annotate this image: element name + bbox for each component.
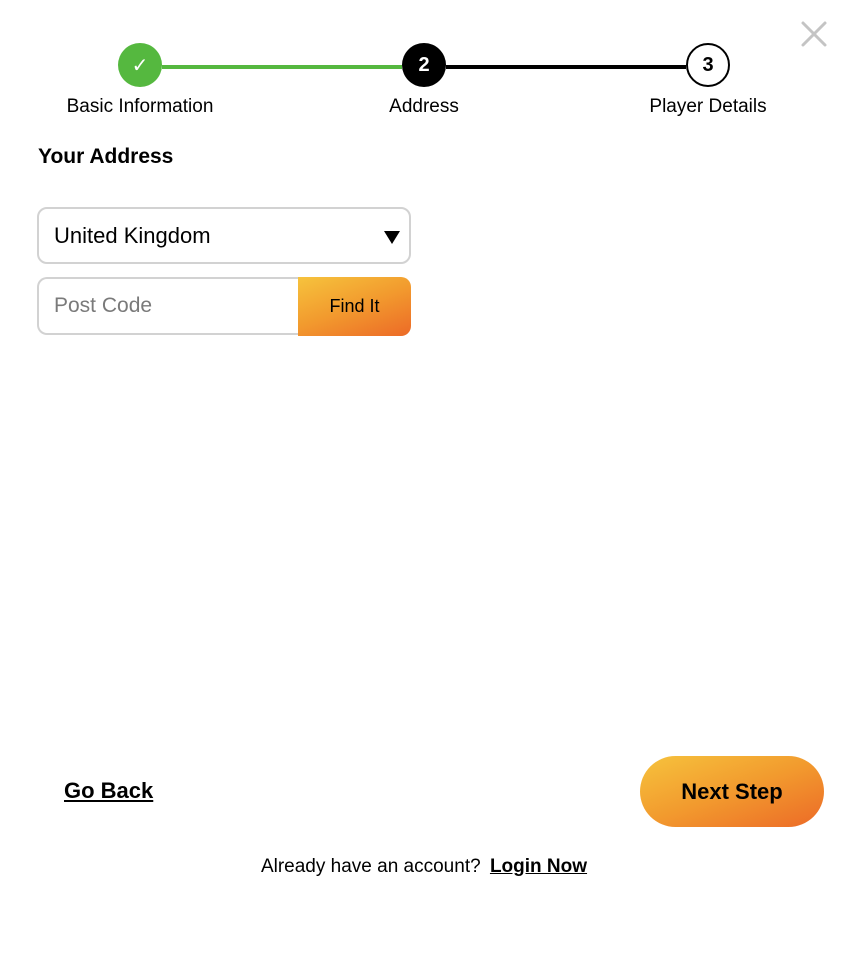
stepper-line-complete bbox=[162, 65, 402, 69]
stepper-line-current bbox=[446, 65, 686, 69]
step-1-label: Basic Information bbox=[66, 96, 214, 117]
login-prompt-text: Already have an account? bbox=[260, 856, 481, 877]
step-2-marker: 2 bbox=[402, 43, 446, 87]
go-back-link[interactable]: Go Back bbox=[64, 778, 153, 804]
next-step-button[interactable]: Next Step bbox=[640, 756, 824, 827]
country-select-value: United Kingdom bbox=[54, 222, 211, 248]
login-now-link[interactable]: Login Now bbox=[490, 856, 587, 877]
step-1-check-icon: ✓ bbox=[118, 43, 162, 87]
triangle-down-icon bbox=[384, 231, 400, 244]
login-prompt-row: Already have an account? Login Now bbox=[0, 856, 844, 878]
postcode-row: Find It bbox=[37, 277, 411, 336]
registration-modal: ✓ 2 3 Basic Information Address Player D… bbox=[0, 0, 844, 974]
step-3-label: Player Details bbox=[649, 96, 767, 117]
step-2-label: Address bbox=[389, 96, 459, 117]
country-select[interactable]: United Kingdom bbox=[37, 207, 411, 264]
find-address-button[interactable]: Find It bbox=[298, 277, 411, 336]
postcode-input[interactable] bbox=[37, 277, 300, 335]
step-3-marker: 3 bbox=[686, 43, 730, 87]
section-title: Your Address bbox=[38, 145, 174, 168]
progress-stepper: ✓ 2 3 Basic Information Address Player D… bbox=[0, 0, 844, 130]
